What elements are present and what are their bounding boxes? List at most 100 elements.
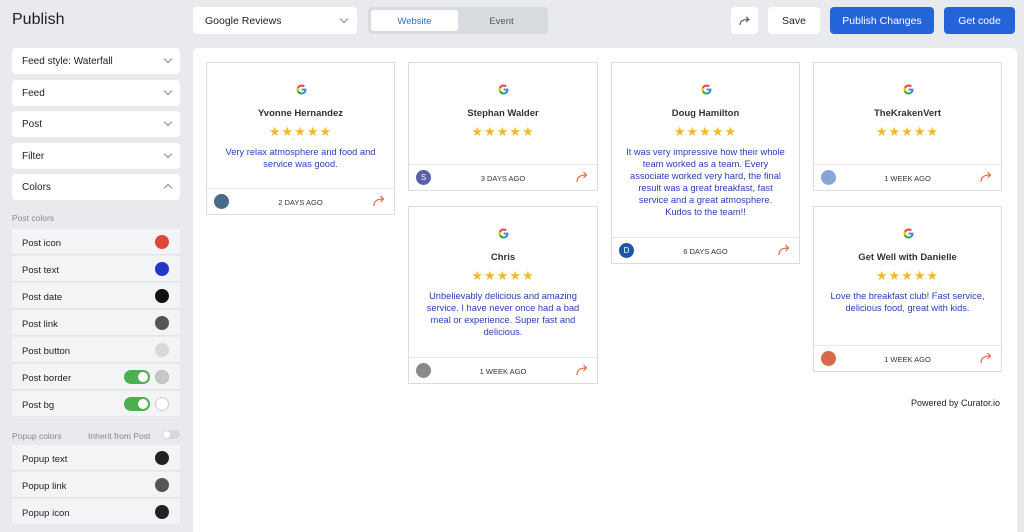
color-row-post-link[interactable]: Post link [12,310,180,336]
post-bg-toggle[interactable] [124,397,150,411]
share-arrow-icon[interactable] [979,351,993,365]
chevron-down-icon [163,117,173,127]
google-icon [296,84,306,95]
reviewer-name: Doug Hamilton [671,108,740,119]
color-row-post-icon[interactable]: Post icon [12,229,180,255]
accordion-label: Feed style: Waterfall [22,56,113,67]
source-select-value: Google Reviews [205,15,282,27]
tab-website[interactable]: Website [371,10,458,31]
accordion-filter[interactable]: Filter [12,143,180,169]
inherit-from-post-label: Inherit from Post [88,431,151,441]
accordion-feed-style[interactable]: Feed style: Waterfall [12,48,180,74]
color-swatch[interactable] [155,397,169,411]
post-border-toggle[interactable] [124,370,150,384]
accordion-label: Post [22,119,43,130]
share-arrow-icon[interactable] [575,170,589,184]
color-row-popup-icon[interactable]: Popup icon [12,499,180,525]
settings-sidebar: Feed style: Waterfall Feed Post Filter C… [0,44,190,532]
powered-by-link[interactable]: Powered by Curator.io [911,398,1000,408]
reviewer-name: TheKrakenVert [873,108,942,119]
color-label: Post border [22,373,72,384]
post-colors-heading: Post colors [12,213,55,223]
color-label: Popup link [22,481,67,492]
color-row-post-bg[interactable]: Post bg [12,391,180,417]
google-icon [701,84,711,95]
post-card[interactable]: TheKrakenVert ★★★★★ 1 WEEK AGO [813,62,1002,191]
google-icon [498,84,509,95]
save-button[interactable]: Save [768,7,820,34]
share-arrow-icon[interactable] [575,363,589,377]
star-rating: ★★★★★ [875,124,940,139]
color-row-post-text[interactable]: Post text [12,256,180,282]
accordion-label: Colors [22,182,51,193]
chevron-down-icon [163,149,173,159]
accordion-label: Feed [22,88,45,99]
reviewer-name: Get Well with Danielle [858,252,957,263]
chevron-down-icon [163,86,173,96]
color-row-popup-link[interactable]: Popup link [12,472,180,498]
color-label: Post bg [22,400,55,411]
color-row-popup-text[interactable]: Popup text [12,445,180,471]
color-swatch[interactable] [155,505,169,519]
color-swatch[interactable] [155,289,169,303]
color-label: Post text [22,265,59,276]
inherit-from-post-toggle[interactable] [162,430,180,439]
post-footer: 1 WEEK AGO [409,357,597,383]
post-footer: 1 WEEK AGO [814,345,1001,371]
color-label: Post link [22,319,58,330]
color-label: Post icon [22,238,62,249]
color-swatch[interactable] [155,478,169,492]
review-text: Love the breakfast club! Fast service, d… [830,291,985,313]
accordion-post[interactable]: Post [12,111,180,137]
post-date: 3 DAYS AGO [480,174,526,183]
post-card[interactable]: Chris ★★★★★ Unbelievably delicious and a… [408,206,598,384]
post-card[interactable]: Yvonne Hernandez ★★★★★ Very relax atmosp… [206,62,395,215]
color-swatch[interactable] [155,343,169,357]
post-footer: 2 DAYS AGO [207,188,394,214]
share-arrow-icon[interactable] [979,170,993,184]
post-footer: 1 WEEK AGO [814,164,1001,190]
popup-colors-heading: Popup colors [12,431,62,441]
share-arrow-icon[interactable] [372,194,386,208]
post-card[interactable]: Doug Hamilton ★★★★★ It was very impressi… [611,62,800,264]
post-card[interactable]: Stephan Walder ★★★★★ S 3 DAYS AGO [408,62,598,191]
accordion-feed[interactable]: Feed [12,80,180,106]
chevron-up-icon [163,183,173,193]
color-label: Popup text [22,454,68,465]
post-footer: S 3 DAYS AGO [409,164,597,190]
reviewer-name: Stephan Walder [467,108,539,119]
color-row-post-border[interactable]: Post border [12,364,180,390]
reviewer-name: Yvonne Hernandez [258,108,343,119]
color-swatch[interactable] [155,370,169,384]
tab-group: Website Event [368,7,548,34]
star-rating: ★★★★★ [471,268,535,283]
color-label: Post button [22,346,71,357]
google-icon [903,84,913,95]
share-button[interactable] [731,7,758,34]
source-select[interactable]: Google Reviews [193,7,357,34]
chevron-down-icon [163,54,173,64]
color-label: Popup icon [22,508,70,519]
color-swatch[interactable] [155,316,169,330]
share-arrow-icon[interactable] [777,243,791,257]
color-row-post-button[interactable]: Post button [12,337,180,363]
color-row-post-date[interactable]: Post date [12,283,180,309]
accordion-label: Filter [22,151,45,162]
get-code-button[interactable]: Get code [944,7,1015,34]
post-date: 1 WEEK AGO [479,367,527,376]
top-bar: Publish Google Reviews Website Event Sav… [0,0,1024,44]
color-label: Post date [22,292,63,303]
accordion-colors[interactable]: Colors [12,174,180,200]
post-date: 1 WEEK AGO [884,355,931,364]
star-rating: ★★★★★ [471,124,535,139]
review-text: Unbelievably delicious and amazing servi… [426,291,580,337]
page-title: Publish [12,11,65,28]
color-swatch[interactable] [155,451,169,465]
publish-changes-button[interactable]: Publish Changes [830,7,934,34]
post-card[interactable]: Get Well with Danielle ★★★★★ Love the br… [813,206,1002,372]
color-swatch[interactable] [155,235,169,249]
color-swatch[interactable] [155,262,169,276]
star-rating: ★★★★★ [673,124,738,139]
tab-event[interactable]: Event [458,10,545,31]
google-icon [498,228,509,239]
